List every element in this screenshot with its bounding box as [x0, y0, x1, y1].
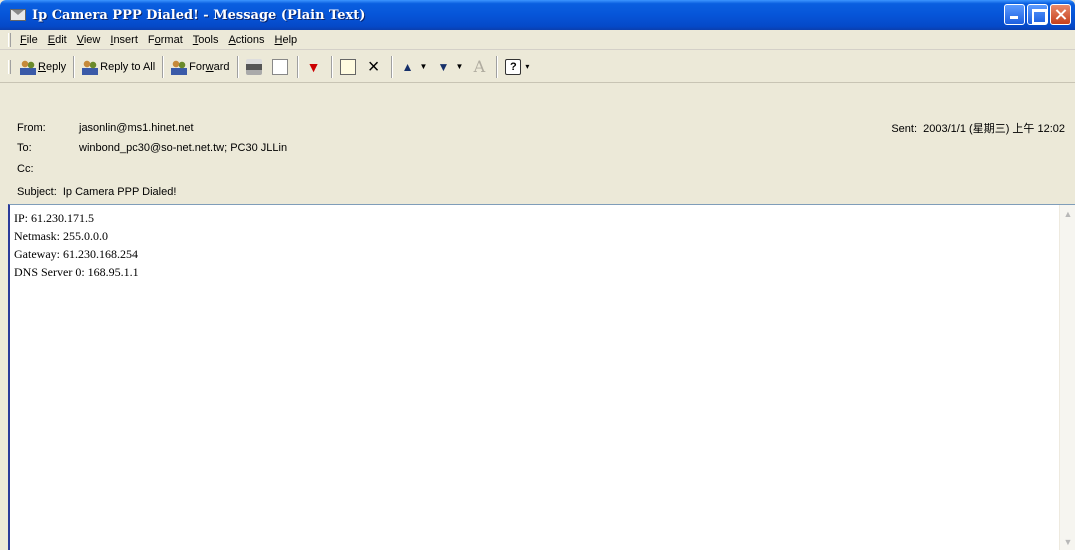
flag-icon: ▼	[306, 58, 321, 75]
sent-label: Sent:	[891, 123, 918, 135]
scroll-down-icon[interactable]: ▼	[1062, 535, 1074, 549]
menu-actions-key: A	[228, 33, 236, 46]
forward-icon	[171, 58, 188, 75]
follow-up-flag-button[interactable]: ▼	[302, 55, 328, 79]
forward-button[interactable]: For w ard	[167, 55, 233, 79]
copy-button[interactable]	[268, 55, 294, 79]
menu-actions-label: ctions	[235, 33, 265, 46]
menu-format[interactable]: Format	[144, 34, 187, 46]
printer-icon	[245, 58, 262, 75]
message-window: Ip Camera PPP Dialed! - Message (Plain T…	[0, 0, 1075, 550]
toolbar-separator	[496, 55, 499, 78]
help-button[interactable]: ? ▾	[501, 55, 533, 79]
body-line: IP: 61.230.171.5	[14, 211, 95, 225]
toolbar: Reply Reply to All For w ard ▼ × ▲ ▼ ▼ ▼…	[0, 51, 1075, 83]
message-header: From: jasonlin@ms1.hinet.net To: winbond_p…	[0, 84, 1075, 204]
menu-help-key: H	[274, 33, 283, 46]
arrow-down-icon: ▼	[437, 59, 450, 74]
menu-edit-label: dit	[55, 33, 67, 46]
menu-help-label: elp	[282, 33, 298, 46]
minimize-button[interactable]	[1004, 4, 1025, 25]
to-label: To:	[17, 142, 32, 154]
title-bar[interactable]: Ip Camera PPP Dialed! - Message (Plain T…	[0, 0, 1075, 30]
menu-view-label: iew	[83, 33, 101, 46]
reply-icon	[20, 58, 36, 75]
window-title: Ip Camera PPP Dialed! - Message (Plain T…	[32, 7, 366, 23]
toolbar-grip[interactable]	[8, 59, 11, 74]
body-line: Gateway: 61.230.168.254	[14, 247, 138, 261]
previous-item-button[interactable]: ▲ ▼	[396, 55, 432, 79]
menu-insert-label: nsert	[113, 33, 138, 46]
dropdown-arrow-icon: ▼	[455, 62, 464, 71]
menu-grip[interactable]	[8, 32, 11, 47]
reply-all-label: Reply to All	[100, 60, 156, 73]
arrow-up-icon: ▲	[401, 59, 414, 74]
to-value[interactable]: winbond_pc30@so-net.net.tw; PC30 JLLin	[79, 142, 287, 154]
menu-format-label: rmat	[160, 33, 183, 46]
reply-key: R	[38, 60, 46, 73]
toolbar-separator	[296, 55, 299, 78]
forward-key: w	[205, 60, 214, 73]
toolbar-separator	[330, 55, 333, 78]
menu-format-prefix: F	[147, 33, 155, 46]
menu-file-key: F	[20, 33, 27, 46]
delete-button[interactable]: ×	[362, 55, 388, 79]
reply-all-button[interactable]: Reply to All	[78, 55, 159, 79]
delete-icon: ×	[367, 55, 380, 78]
sent-row: Sent: 2003/1/1 (星期三) 上午 12:02	[891, 120, 1065, 136]
cc-row: Cc:	[17, 163, 79, 175]
menu-file-label: ile	[26, 33, 38, 46]
from-row: From: jasonlin@ms1.hinet.net	[17, 122, 194, 134]
envelope-icon	[10, 9, 26, 21]
message-text: IP: 61.230.171.5 Netmask: 255.0.0.0 Gate…	[14, 209, 139, 281]
forward-label: ard	[213, 60, 230, 73]
dropdown-arrow-icon: ▼	[419, 62, 428, 71]
sent-value: 2003/1/1 (星期三) 上午 12:02	[923, 123, 1065, 135]
toolbar-separator	[73, 55, 76, 78]
toolbar-separator	[236, 55, 239, 78]
print-button[interactable]	[242, 55, 268, 79]
reply-label: eply	[45, 60, 67, 73]
menu-edit[interactable]: Edit	[44, 34, 71, 46]
from-value[interactable]: jasonlin@ms1.hinet.net	[79, 122, 194, 134]
font-size-icon: A	[473, 56, 486, 76]
vertical-scrollbar[interactable]: ▲ ▼	[1059, 205, 1075, 550]
move-to-folder-button[interactable]	[336, 55, 362, 79]
body-line: Netmask: 255.0.0.0	[14, 229, 108, 243]
move-to-folder-icon	[339, 58, 356, 75]
menu-bar: File Edit View Insert Format Tools Actio…	[0, 30, 1075, 50]
menu-tools-label: ools	[198, 33, 219, 46]
reply-all-icon	[82, 58, 99, 75]
toolbar-separator	[162, 55, 165, 78]
next-item-button[interactable]: ▼ ▼	[431, 55, 467, 79]
menu-tools[interactable]: Tools	[189, 34, 223, 46]
menu-edit-key: E	[47, 33, 56, 46]
menu-insert[interactable]: Insert	[106, 34, 142, 46]
help-icon: ?	[505, 58, 522, 75]
copy-icon	[271, 58, 288, 75]
maximize-button[interactable]	[1027, 4, 1048, 25]
to-row: To: winbond_pc30@so-net.net.tw; PC30 JLLi…	[17, 142, 287, 154]
menu-view-key: V	[76, 33, 84, 46]
menu-view[interactable]: View	[73, 34, 105, 46]
menu-actions[interactable]: Actions	[224, 34, 268, 46]
font-size-button[interactable]: A	[467, 55, 493, 79]
cc-label: Cc:	[17, 163, 34, 175]
subject-label: Subject:	[17, 186, 57, 198]
message-body[interactable]: IP: 61.230.171.5 Netmask: 255.0.0.0 Gate…	[8, 204, 1075, 550]
subject-value: Ip Camera PPP Dialed!	[62, 186, 177, 198]
subject-row: Subject: Ip Camera PPP Dialed!	[17, 186, 176, 198]
close-button[interactable]	[1050, 4, 1071, 25]
toolbar-separator	[390, 55, 393, 78]
window-controls	[1004, 4, 1071, 25]
reply-button[interactable]: Reply	[16, 55, 70, 79]
from-label: From:	[17, 122, 46, 134]
scroll-up-icon[interactable]: ▲	[1062, 207, 1074, 221]
body-line: DNS Server 0: 168.95.1.1	[14, 265, 139, 279]
menu-help[interactable]: Help	[271, 34, 302, 46]
forward-prefix: For	[189, 60, 206, 73]
dropdown-arrow-icon: ▾	[525, 62, 530, 71]
menu-file[interactable]: File	[16, 34, 42, 46]
